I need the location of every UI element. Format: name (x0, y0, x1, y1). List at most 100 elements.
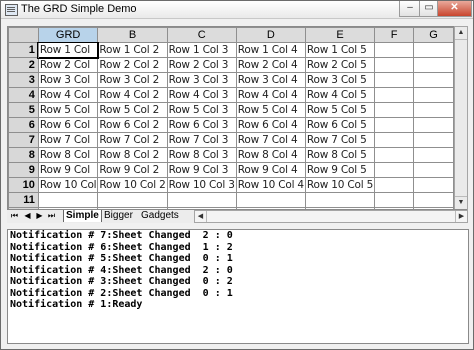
grid-cell[interactable] (413, 132, 454, 148)
grid-cell[interactable]: Row 1 Col (37, 41, 99, 59)
grid-cell[interactable]: Row 2 Col 4 (235, 57, 306, 73)
grid-cell[interactable]: Row 1 Col 4 (235, 42, 306, 58)
grid-cell[interactable]: Row 9 Col 3 (166, 162, 237, 178)
grid-cell[interactable]: Row 5 Col 5 (304, 102, 376, 118)
row-header[interactable]: 6 (8, 117, 39, 133)
row-header[interactable]: 7 (8, 132, 39, 148)
row-header[interactable]: 9 (8, 162, 39, 178)
spreadsheet-grid[interactable]: GRD B C D E F G 1 Row 1 Col Row 1 Col 2 Row 1 Col… (7, 26, 455, 210)
grid-cell[interactable] (166, 192, 237, 208)
column-header[interactable]: C (166, 27, 237, 43)
grid-cell[interactable]: Row 6 Col 2 (97, 117, 168, 133)
grid-cell[interactable]: Row 7 Col 3 (166, 132, 237, 148)
grid-cell[interactable] (374, 42, 415, 58)
grid-cell[interactable] (37, 192, 99, 208)
grid-cell[interactable] (97, 192, 168, 208)
grid-cell[interactable] (374, 177, 415, 193)
minimize-button[interactable]: – (399, 1, 421, 17)
row-header[interactable]: 11 (8, 192, 39, 208)
grid-cell[interactable]: Row 9 Col 4 (235, 162, 306, 178)
grid-cell[interactable]: Row 2 Col (37, 57, 99, 73)
grid-cell[interactable]: Row 3 Col 3 (166, 72, 237, 88)
grid-cell[interactable] (413, 162, 454, 178)
grid-cell[interactable]: Row 1 Col 5 (304, 42, 376, 58)
row-header[interactable]: 1 (8, 42, 39, 58)
grid-cell[interactable]: Row 10 Col 5 (304, 177, 376, 193)
grid-cell[interactable] (374, 162, 415, 178)
scroll-up-icon[interactable]: ▲ (455, 27, 467, 40)
grid-cell[interactable]: Row 3 Col 5 (304, 72, 376, 88)
notification-log[interactable]: Notification # 7:Sheet Changed 2 : 0 Noti… (7, 229, 469, 344)
grid-cell[interactable]: Row 6 Col 5 (304, 117, 376, 133)
row-header[interactable]: 2 (8, 57, 39, 73)
grid-cell[interactable]: Row 5 Col 4 (235, 102, 306, 118)
tab-gadgets[interactable]: Gadgets (139, 210, 181, 222)
grid-cell[interactable]: Row 10 Col (37, 177, 99, 193)
grid-cell[interactable]: Row 10 Col 2 (97, 177, 168, 193)
maximize-button[interactable]: ▭ (419, 1, 439, 17)
grid-cell[interactable]: Row 7 Col 2 (97, 132, 168, 148)
grid-cell[interactable] (374, 192, 415, 208)
grid-cell[interactable]: Row 7 Col (37, 132, 99, 148)
grid-cell[interactable]: Row 8 Col 3 (166, 147, 237, 163)
column-header[interactable]: B (97, 27, 168, 43)
grid-cell[interactable] (413, 102, 454, 118)
grid-cell[interactable]: Row 10 Col 3 (166, 177, 237, 193)
grid-cell[interactable] (413, 57, 454, 73)
grid-cell[interactable]: Row 4 Col 5 (304, 87, 376, 103)
grid-cell[interactable]: Row 7 Col 4 (235, 132, 306, 148)
column-header[interactable]: GRD (37, 27, 99, 43)
tab-simple[interactable]: Simple (63, 210, 102, 222)
grid-cell[interactable]: Row 2 Col 3 (166, 57, 237, 73)
grid-cell[interactable]: Row 9 Col 5 (304, 162, 376, 178)
prev-sheet-icon[interactable]: ◀ (23, 211, 32, 221)
row-header[interactable]: 8 (8, 147, 39, 163)
horizontal-scrollbar[interactable]: ◀ ▶ (194, 210, 468, 223)
grid-cell[interactable] (413, 177, 454, 193)
row-header[interactable]: 3 (8, 72, 39, 88)
grid-cell[interactable]: Row 9 Col 2 (97, 162, 168, 178)
grid-cell[interactable] (374, 72, 415, 88)
grid-cell[interactable]: Row 4 Col 4 (235, 87, 306, 103)
scroll-right-icon[interactable]: ▶ (455, 211, 467, 222)
grid-cell[interactable]: Row 3 Col 2 (97, 72, 168, 88)
grid-cell[interactable]: Row 2 Col 2 (97, 57, 168, 73)
scroll-down-icon[interactable]: ▼ (455, 196, 467, 209)
next-sheet-icon[interactable]: ▶ (35, 211, 44, 221)
column-header[interactable]: G (413, 27, 454, 43)
grid-cell[interactable] (374, 57, 415, 73)
grid-cell[interactable]: Row 5 Col 2 (97, 102, 168, 118)
last-sheet-icon[interactable]: ⏭ (47, 211, 56, 221)
grid-cell[interactable]: Row 8 Col (37, 147, 99, 163)
grid-cell[interactable]: Row 3 Col (37, 72, 99, 88)
title-bar[interactable]: The GRD Simple Demo – ▭ ✕ (1, 1, 473, 19)
grid-cell[interactable] (374, 102, 415, 118)
grid-cell[interactable]: Row 8 Col 2 (97, 147, 168, 163)
grid-cell[interactable] (235, 192, 306, 208)
grid-cell[interactable]: Row 10 Col 4 (235, 177, 306, 193)
column-header[interactable]: E (304, 27, 376, 43)
grid-cell[interactable]: Row 8 Col 4 (235, 147, 306, 163)
grid-corner[interactable] (8, 27, 39, 43)
grid-cell[interactable] (413, 117, 454, 133)
grid-cell[interactable] (413, 42, 454, 58)
row-header[interactable]: 10 (8, 177, 39, 193)
grid-cell[interactable] (413, 192, 454, 208)
grid-cell[interactable]: Row 3 Col 4 (235, 72, 306, 88)
close-button[interactable]: ✕ (437, 1, 472, 17)
grid-cell[interactable] (304, 192, 376, 208)
scroll-left-icon[interactable]: ◀ (195, 211, 207, 222)
grid-cell[interactable]: Row 6 Col 3 (166, 117, 237, 133)
grid-cell[interactable] (374, 87, 415, 103)
tab-bigger[interactable]: Bigger (102, 210, 135, 222)
grid-cell[interactable]: Row 5 Col 3 (166, 102, 237, 118)
grid-cell[interactable]: Row 4 Col 3 (166, 87, 237, 103)
grid-cell[interactable] (374, 117, 415, 133)
grid-cell[interactable] (413, 87, 454, 103)
vertical-scrollbar[interactable]: ▲ ▼ (454, 26, 468, 210)
grid-cell[interactable] (374, 132, 415, 148)
grid-cell[interactable]: Row 4 Col (37, 87, 99, 103)
row-header[interactable]: 5 (8, 102, 39, 118)
first-sheet-icon[interactable]: ⏮ (10, 211, 19, 221)
grid-cell[interactable] (374, 147, 415, 163)
